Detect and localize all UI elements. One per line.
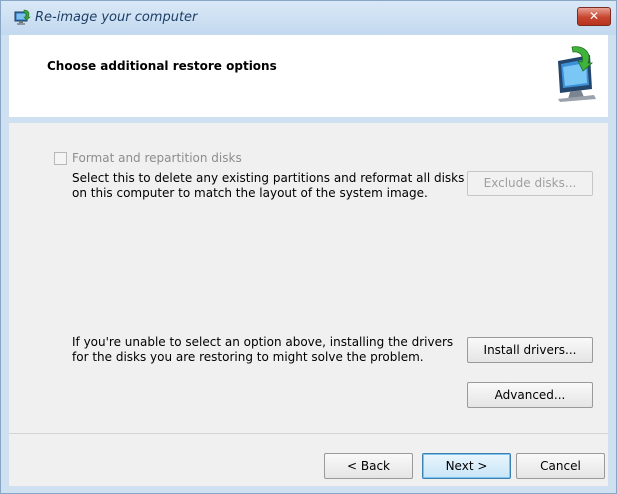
window-title: Re-image your computer <box>35 10 198 25</box>
restore-icon <box>14 9 31 25</box>
install-drivers-button[interactable]: Install drivers... <box>467 337 593 363</box>
dialog-footer: < Back Next > Cancel <box>9 434 608 486</box>
computer-restore-icon <box>558 46 596 102</box>
back-button[interactable]: < Back <box>324 453 413 479</box>
drivers-description: If you're unable to select an option abo… <box>72 335 454 364</box>
cancel-button[interactable]: Cancel <box>516 453 605 479</box>
format-description: Select this to delete any existing parti… <box>72 171 465 200</box>
advanced-button[interactable]: Advanced... <box>467 382 593 408</box>
close-icon: ✕ <box>588 9 600 23</box>
page-title: Choose additional restore options <box>47 59 277 73</box>
dialog-header: Choose additional restore options <box>9 35 608 117</box>
close-button[interactable]: ✕ <box>577 7 611 26</box>
format-checkbox[interactable] <box>54 152 67 165</box>
dialog-window: Re-image your computer ✕ Choose addition… <box>0 0 617 494</box>
next-button[interactable]: Next > <box>422 453 511 479</box>
exclude-disks-button[interactable]: Exclude disks... <box>467 171 593 196</box>
title-bar[interactable]: Re-image your computer ✕ <box>1 1 616 35</box>
options-panel: Format and repartition disks Select this… <box>9 123 608 433</box>
format-checkbox-label: Format and repartition disks <box>72 151 242 165</box>
